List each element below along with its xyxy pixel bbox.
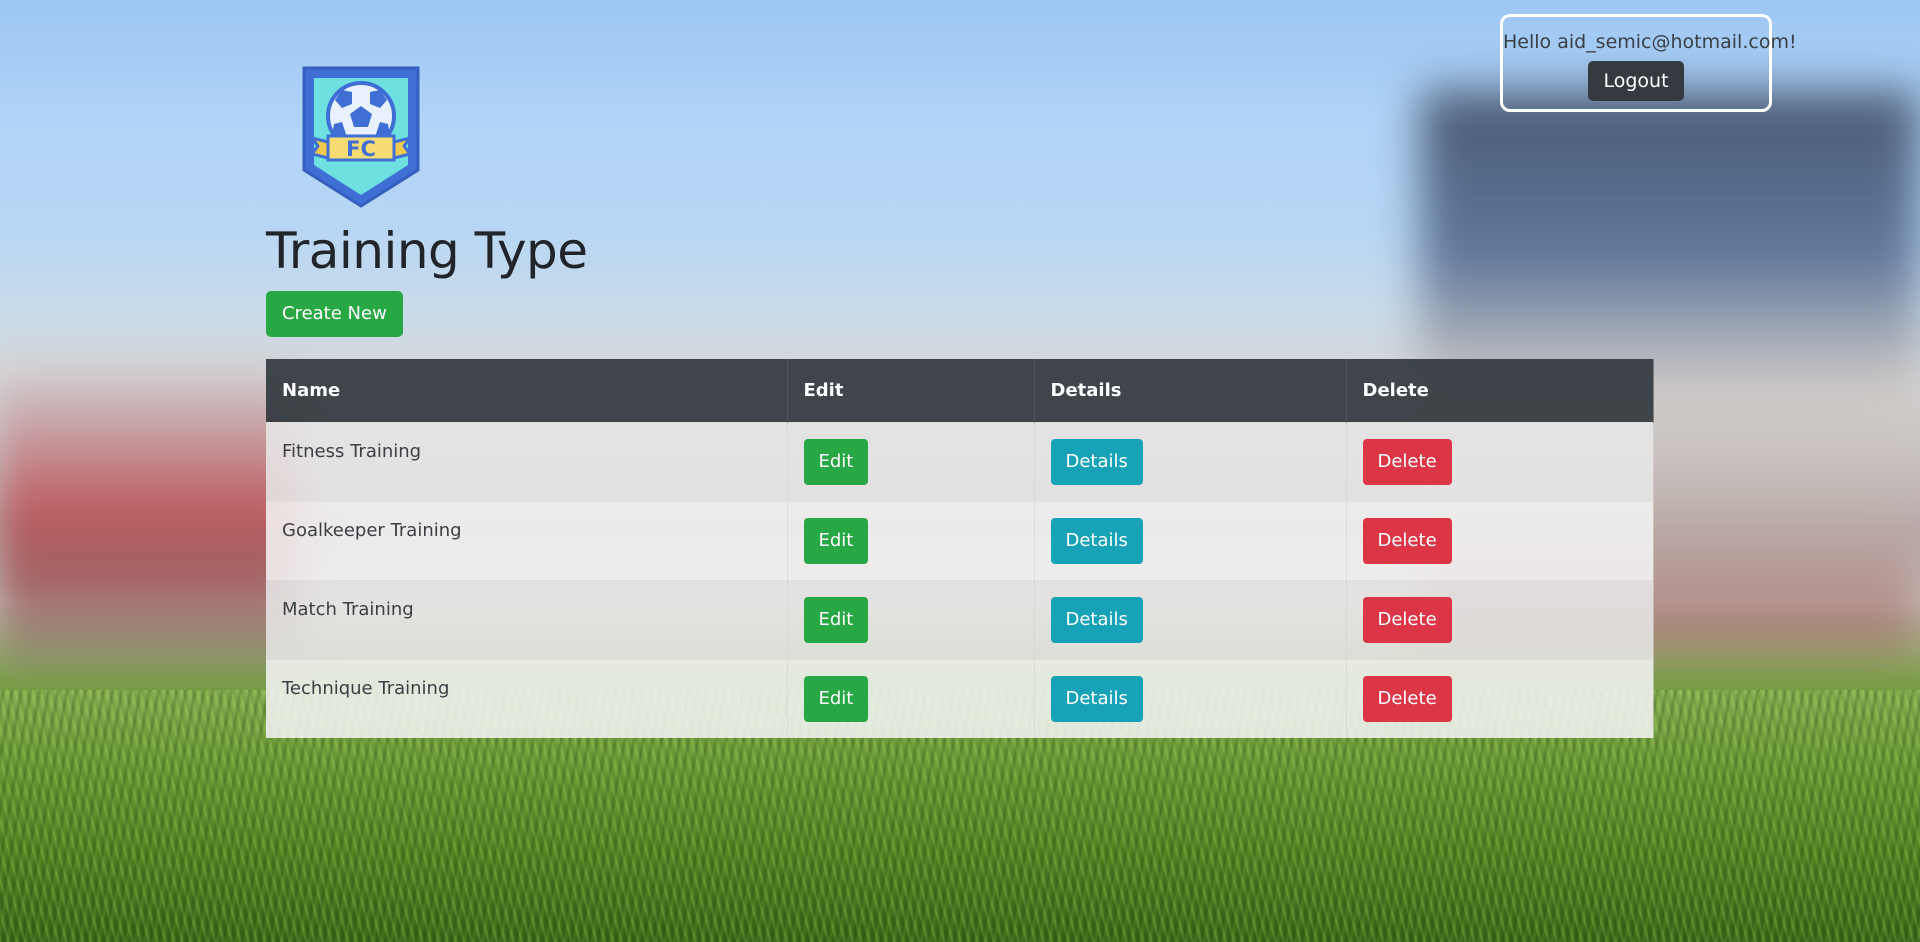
table-row: Goalkeeper Training Edit Details Delete	[266, 500, 1654, 580]
logo-text: FC	[346, 137, 376, 161]
training-type-table: Name Edit Details Delete Fitness Trainin…	[266, 359, 1654, 738]
details-button[interactable]: Details	[1050, 517, 1143, 564]
training-name: Fitness Training	[266, 421, 788, 501]
delete-button[interactable]: Delete	[1362, 596, 1452, 643]
column-header-name: Name	[266, 359, 788, 422]
column-header-delete: Delete	[1346, 359, 1654, 422]
training-name: Technique Training	[266, 658, 788, 738]
table-row: Fitness Training Edit Details Delete	[266, 421, 1654, 501]
create-new-button[interactable]: Create New	[266, 291, 403, 337]
user-panel: Hello aid_semic@hotmail.com! Logout	[1500, 14, 1797, 112]
stadium-stand-left	[0, 370, 300, 670]
column-header-details: Details	[1034, 359, 1347, 422]
delete-button[interactable]: Delete	[1362, 438, 1452, 485]
edit-button[interactable]: Edit	[803, 517, 869, 564]
training-name: Match Training	[266, 579, 788, 659]
edit-button[interactable]: Edit	[803, 675, 869, 722]
page-title: Training Type	[266, 222, 588, 280]
stadium-background: Hello aid_semic@hotmail.com! Logout FC T…	[0, 0, 1920, 942]
football-club-crest-icon: FC	[302, 66, 420, 208]
edit-button[interactable]: Edit	[803, 596, 869, 643]
column-header-edit: Edit	[787, 359, 1035, 422]
details-button[interactable]: Details	[1050, 438, 1143, 485]
training-name: Goalkeeper Training	[266, 500, 788, 580]
delete-button[interactable]: Delete	[1362, 517, 1452, 564]
details-button[interactable]: Details	[1050, 675, 1143, 722]
table-header-row: Name Edit Details Delete	[266, 359, 1654, 422]
table-row: Technique Training Edit Details Delete	[266, 658, 1654, 738]
details-button[interactable]: Details	[1050, 596, 1143, 643]
logout-button[interactable]: Logout	[1588, 61, 1684, 101]
edit-button[interactable]: Edit	[803, 438, 869, 485]
user-greeting: Hello aid_semic@hotmail.com!	[1503, 31, 1797, 53]
table-row: Match Training Edit Details Delete	[266, 579, 1654, 659]
delete-button[interactable]: Delete	[1362, 675, 1452, 722]
